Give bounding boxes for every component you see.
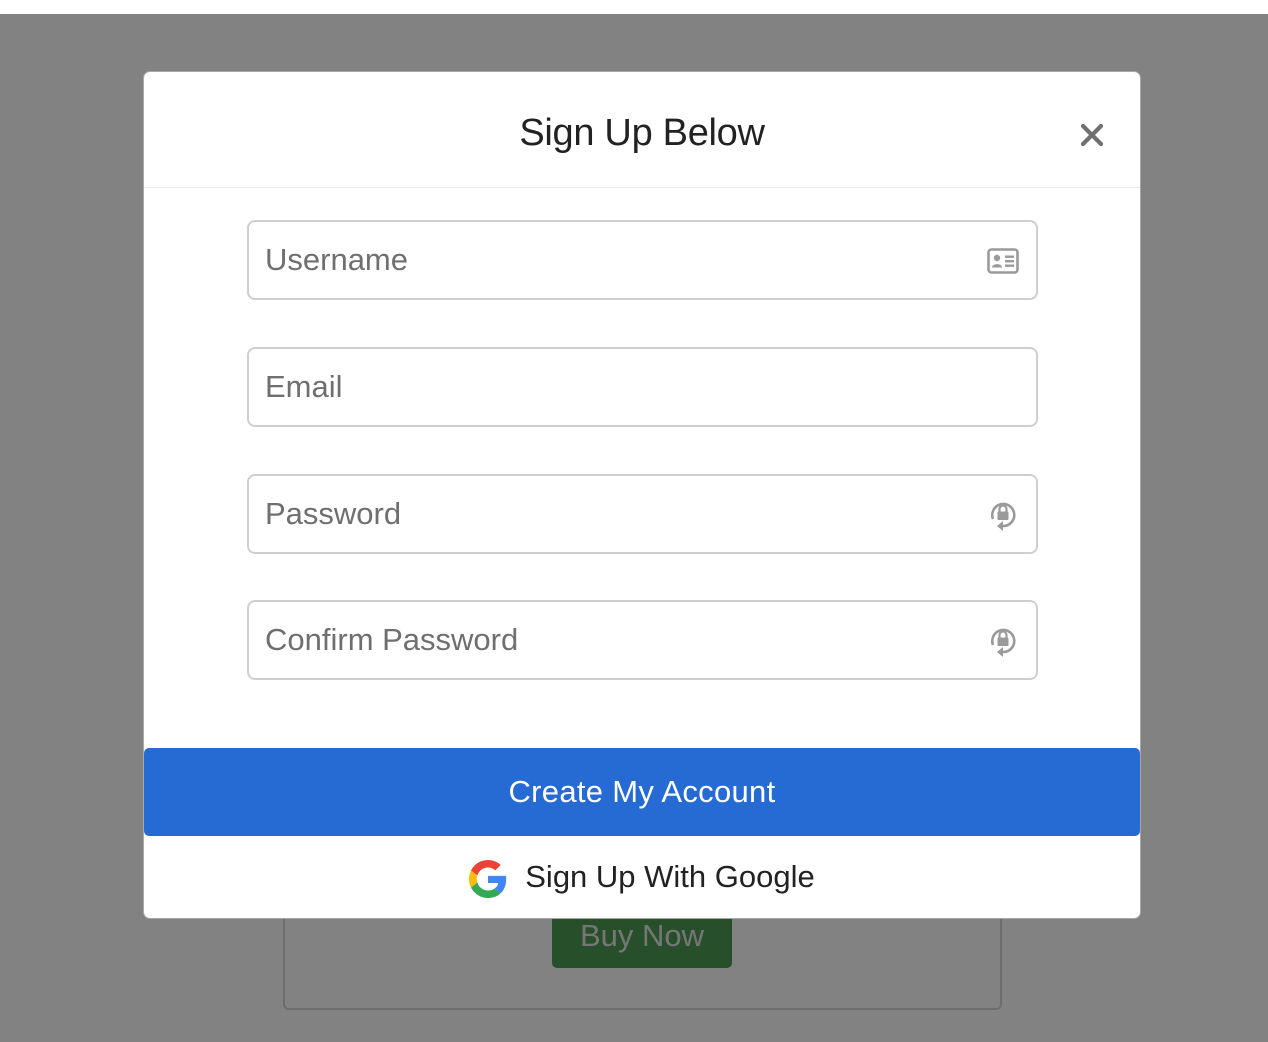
- password-input[interactable]: [265, 476, 965, 552]
- lock-reset-icon: [986, 498, 1020, 532]
- id-card-icon: [986, 244, 1020, 278]
- username-input[interactable]: [265, 222, 965, 298]
- lock-reset-icon: [986, 624, 1020, 658]
- confirm-password-field[interactable]: [247, 600, 1038, 680]
- signup-modal: Sign Up Below Username Email Create My A…: [143, 71, 1141, 919]
- google-signup-button[interactable]: Sign Up With Google: [144, 844, 1140, 910]
- close-button[interactable]: [1074, 117, 1110, 153]
- google-signup-label: Sign Up With Google: [525, 859, 815, 894]
- modal-title: Sign Up Below: [519, 112, 765, 154]
- google-logo-icon: [469, 860, 507, 898]
- close-icon: [1080, 123, 1104, 147]
- email-input[interactable]: [265, 349, 965, 425]
- page: Buy Now Sign Up Below Username Email Cre…: [0, 0, 1268, 1042]
- modal-header: Sign Up Below: [144, 72, 1140, 188]
- confirm-password-input[interactable]: [265, 602, 965, 678]
- password-field[interactable]: [247, 474, 1038, 554]
- email-field[interactable]: [247, 347, 1038, 427]
- create-account-button[interactable]: Create My Account: [144, 748, 1140, 836]
- username-field[interactable]: [247, 220, 1038, 300]
